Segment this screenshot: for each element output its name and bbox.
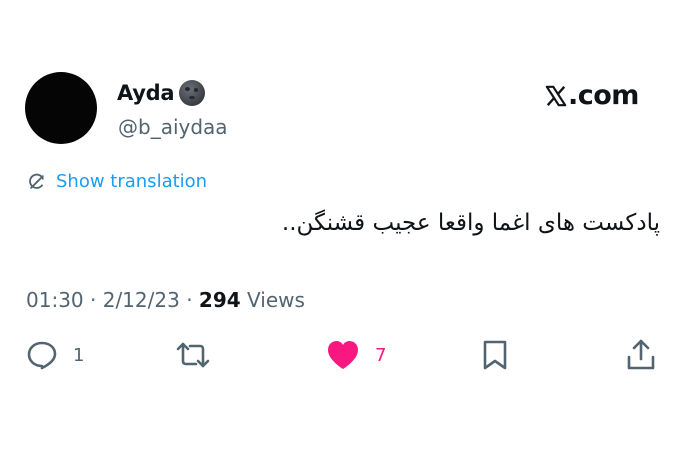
views-count: 294	[198, 288, 241, 312]
share-icon	[627, 339, 655, 370]
new-moon-face-emoji	[179, 80, 206, 106]
avatar[interactable]	[25, 72, 97, 144]
author-name-row: Ayda	[117, 80, 206, 106]
bookmark-button[interactable]	[480, 338, 510, 372]
x-logo-icon	[545, 85, 567, 106]
reply-icon	[27, 341, 57, 370]
tweet-date[interactable]: 2/12/23	[103, 288, 180, 312]
tweet-time[interactable]: 01:30	[26, 288, 84, 312]
show-translation-link[interactable]: Show translation	[27, 171, 207, 192]
retweet-button[interactable]	[175, 338, 211, 372]
retweet-icon	[176, 342, 210, 368]
like-count: 7	[375, 344, 387, 366]
meta-separator: ·	[90, 288, 103, 312]
like-button[interactable]: 7	[325, 338, 386, 372]
meta-separator: ·	[186, 288, 199, 312]
show-translation-label: Show translation	[56, 171, 208, 192]
tweet-text: پادکست های اغما واقعا عجیب قشنگن..	[281, 210, 660, 236]
action-bar: 1 7	[0, 338, 690, 378]
bookmark-icon	[483, 340, 507, 370]
views-label: Views	[247, 288, 305, 312]
heart-icon	[328, 341, 358, 369]
brand-suffix: .com	[568, 80, 639, 111]
author-handle[interactable]: @b_aiydaa	[118, 115, 228, 139]
share-button[interactable]	[625, 338, 657, 372]
reply-count: 1	[73, 344, 85, 366]
brand-logo: .com	[545, 80, 639, 111]
reply-button[interactable]: 1	[25, 338, 84, 372]
tweet-card: Ayda @b_aiydaa .com Show translation پاد…	[0, 0, 690, 450]
translate-icon	[29, 173, 44, 189]
author-name[interactable]: Ayda	[117, 81, 175, 105]
tweet-meta: 01:30 · 2/12/23 · 294 Views	[26, 288, 305, 312]
